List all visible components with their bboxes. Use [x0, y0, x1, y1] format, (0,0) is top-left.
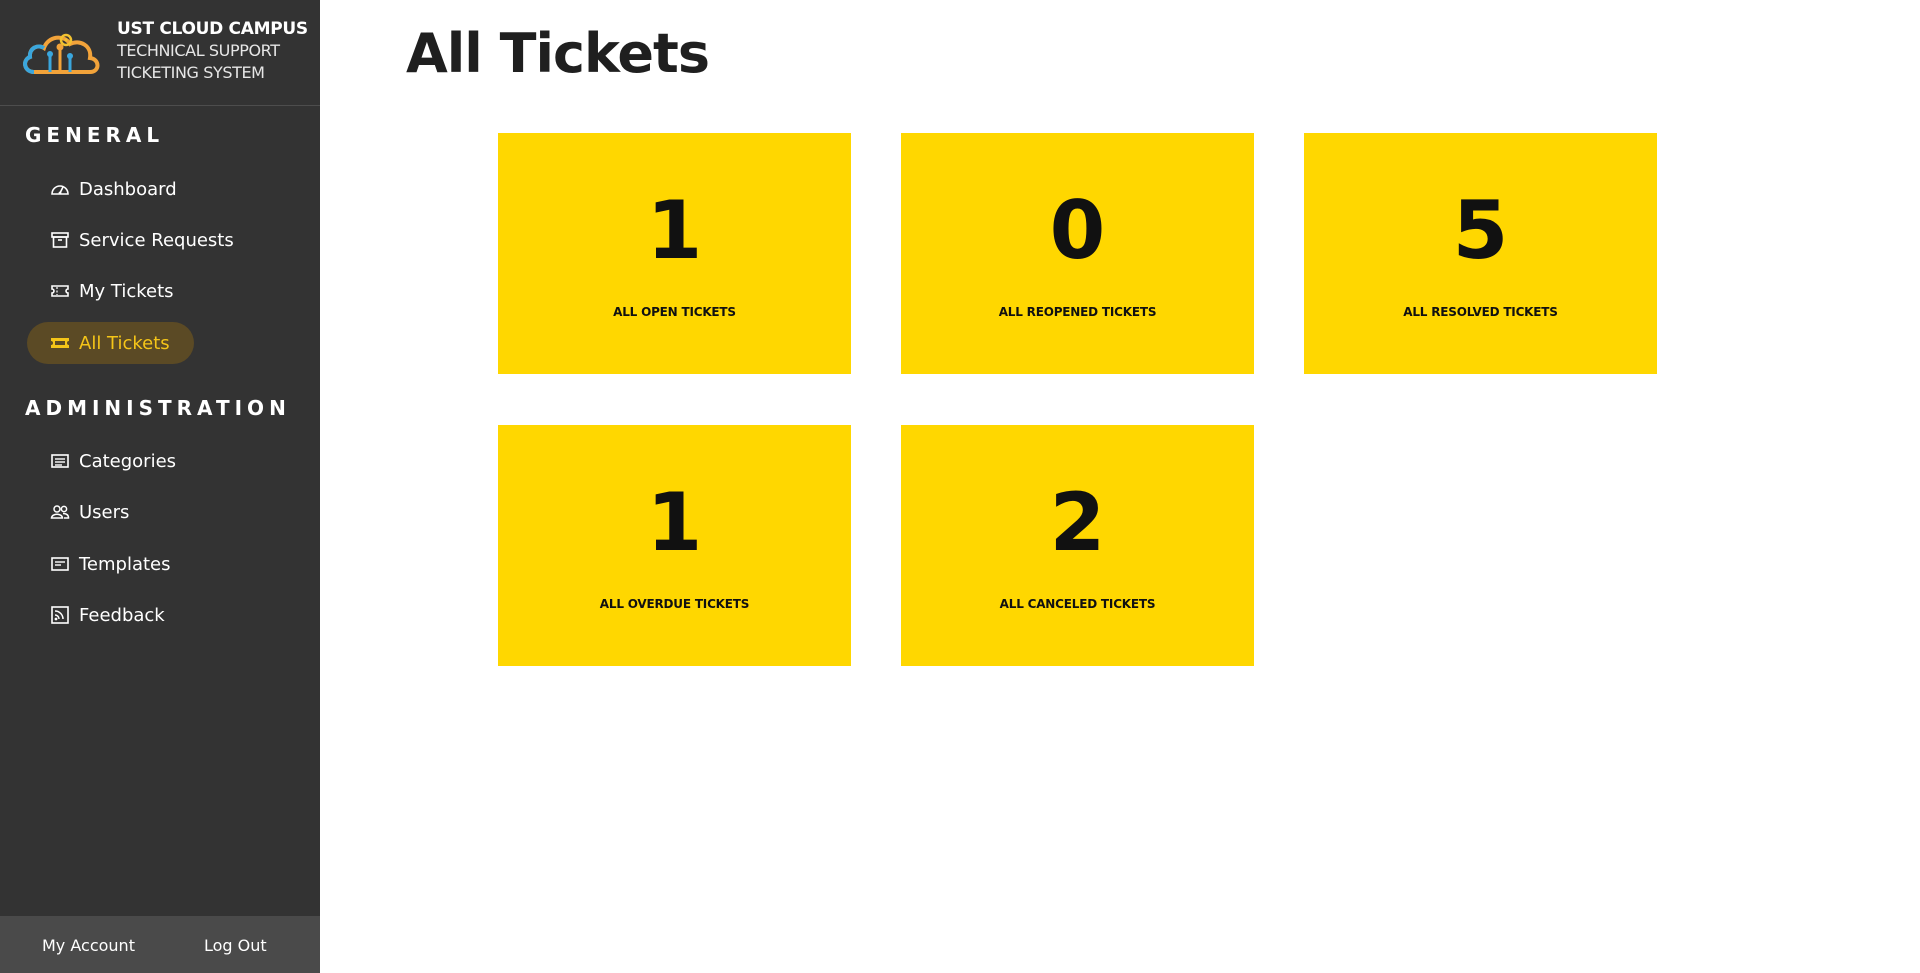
brand-subtitle-line2: TICKETING SYSTEM — [117, 63, 265, 82]
users-icon — [50, 503, 70, 521]
sidebar-item-service-requests[interactable]: Service Requests — [27, 219, 258, 261]
sidebar-item-all-tickets[interactable]: All Tickets — [27, 322, 194, 364]
list-icon — [50, 452, 70, 470]
sidebar: UST CLOUD CAMPUS TECHNICAL SUPPORT TICKE… — [0, 0, 320, 973]
resolved-tickets-card[interactable]: 5 ALL RESOLVED TICKETS — [1304, 133, 1657, 374]
archive-icon — [50, 231, 70, 249]
ticket-outline-icon — [50, 282, 70, 300]
card-count: 2 — [1049, 476, 1106, 569]
log-out-link[interactable]: Log Out — [204, 936, 267, 955]
brand-subtitle-line1: TECHNICAL SUPPORT — [117, 41, 280, 60]
brand-text: UST CLOUD CAMPUS TECHNICAL SUPPORT TICKE… — [117, 18, 317, 84]
template-icon — [50, 555, 70, 573]
card-count: 1 — [646, 184, 703, 277]
sidebar-item-templates[interactable]: Templates — [27, 543, 195, 585]
sidebar-item-feedback[interactable]: Feedback — [27, 594, 189, 636]
sidebar-item-label: Categories — [79, 450, 177, 472]
card-count: 1 — [646, 476, 703, 569]
card-label: ALL OVERDUE TICKETS — [599, 597, 750, 611]
card-label: ALL OPEN TICKETS — [613, 305, 736, 319]
sidebar-item-label: Templates — [79, 553, 171, 575]
sidebar-item-dashboard[interactable]: Dashboard — [27, 168, 201, 210]
sidebar-item-users[interactable]: Users — [27, 491, 153, 533]
card-count: 5 — [1452, 184, 1509, 277]
cloud-campus-logo — [23, 33, 100, 74]
sidebar-item-label: Users — [79, 501, 130, 523]
card-count: 0 — [1049, 184, 1106, 277]
open-tickets-card[interactable]: 1 ALL OPEN TICKETS — [498, 133, 851, 374]
card-label: ALL CANCELED TICKETS — [999, 597, 1156, 611]
sidebar-footer: My Account Log Out — [0, 916, 320, 973]
sidebar-item-label: Dashboard — [79, 178, 177, 200]
page-title: All Tickets — [406, 22, 710, 85]
sidebar-item-label: My Tickets — [79, 280, 174, 302]
card-label: ALL RESOLVED TICKETS — [1403, 305, 1558, 319]
brand-header: UST CLOUD CAMPUS TECHNICAL SUPPORT TICKE… — [0, 0, 320, 106]
sidebar-item-categories[interactable]: Categories — [27, 440, 200, 482]
gauge-icon — [50, 180, 70, 198]
reopened-tickets-card[interactable]: 0 ALL REOPENED TICKETS — [901, 133, 1254, 374]
administration-heading: ADMINISTRATION — [25, 396, 291, 420]
my-account-link[interactable]: My Account — [42, 936, 135, 955]
sidebar-item-my-tickets[interactable]: My Tickets — [27, 270, 198, 312]
canceled-tickets-card[interactable]: 2 ALL CANCELED TICKETS — [901, 425, 1254, 666]
ticket-icon — [50, 334, 70, 352]
general-heading: GENERAL — [25, 123, 165, 147]
overdue-tickets-card[interactable]: 1 ALL OVERDUE TICKETS — [498, 425, 851, 666]
brand-title: UST CLOUD CAMPUS — [117, 19, 308, 39]
sidebar-item-label: Feedback — [79, 604, 165, 626]
rss-icon — [50, 606, 70, 624]
sidebar-item-label: Service Requests — [79, 229, 234, 251]
card-label: ALL REOPENED TICKETS — [998, 305, 1157, 319]
sidebar-item-label: All Tickets — [79, 332, 170, 354]
